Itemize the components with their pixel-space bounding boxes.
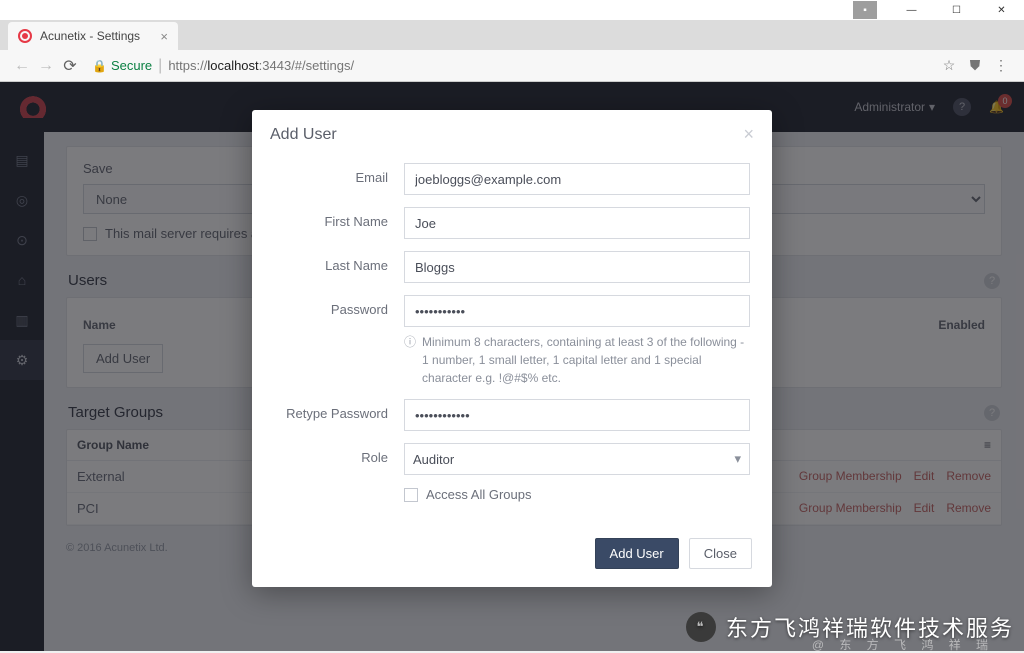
lastname-field[interactable] <box>404 251 750 283</box>
wechat-icon: ❝ <box>686 612 716 642</box>
close-icon[interactable]: × <box>743 124 754 145</box>
tab-title: Acunetix - Settings <box>40 29 140 43</box>
add-user-modal: Add User × Email First Name Last Name Pa… <box>252 110 772 587</box>
role-select[interactable]: Auditor ▾ <box>404 443 750 475</box>
email-label: Email <box>274 163 404 185</box>
nav-back-icon[interactable]: ← <box>10 57 34 75</box>
password-label: Password <box>274 295 404 317</box>
browser-toolbar: ← → ⟳ 🔒 Secure | https://localhost:3443/… <box>0 50 1024 82</box>
email-field[interactable] <box>404 163 750 195</box>
os-titlebar: ▪ — ☐ ✕ <box>0 0 1024 20</box>
close-button[interactable]: Close <box>689 538 752 569</box>
tab-close-icon[interactable]: × <box>160 29 168 44</box>
star-icon[interactable]: ☆ <box>936 57 962 74</box>
address-bar[interactable]: https://localhost:3443/#/settings/ <box>168 58 936 73</box>
retype-label: Retype Password <box>274 399 404 421</box>
app-viewport: Administrator ▾ ? 🔔0 ▤ ◎ ⊙ ⌂ ▥ ⚙ Save No… <box>0 82 1024 651</box>
menu-icon[interactable]: ⋮ <box>988 57 1014 74</box>
access-all-label: Access All Groups <box>426 487 532 502</box>
os-user-icon[interactable]: ▪ <box>853 1 877 19</box>
browser-tab[interactable]: Acunetix - Settings × <box>8 22 178 50</box>
secure-label: Secure <box>111 58 152 73</box>
nav-reload-icon[interactable]: ⟳ <box>58 56 82 76</box>
watermark-sub: @ 东 方 飞 鸿 祥 瑞 <box>812 636 994 653</box>
password-hint: ⓘ Minimum 8 characters, containing at le… <box>404 333 750 387</box>
browser-tabstrip: Acunetix - Settings × <box>0 20 1024 50</box>
window-minimize[interactable]: — <box>889 0 934 20</box>
tab-favicon-icon <box>18 29 32 43</box>
add-user-button[interactable]: Add User <box>595 538 679 569</box>
role-label: Role <box>274 443 404 465</box>
chevron-down-icon: ▾ <box>734 451 741 467</box>
info-icon: ⓘ <box>404 333 416 387</box>
password-field[interactable] <box>404 295 750 327</box>
window-close[interactable]: ✕ <box>979 0 1024 20</box>
retype-password-field[interactable] <box>404 399 750 431</box>
access-all-checkbox[interactable] <box>404 488 418 502</box>
window-maximize[interactable]: ☐ <box>934 0 979 20</box>
extension-icon[interactable]: ⛊ <box>962 57 988 74</box>
firstname-field[interactable] <box>404 207 750 239</box>
modal-title: Add User <box>270 126 337 144</box>
nav-forward-icon[interactable]: → <box>34 57 58 75</box>
lastname-label: Last Name <box>274 251 404 273</box>
modal-overlay: Add User × Email First Name Last Name Pa… <box>0 82 1024 651</box>
firstname-label: First Name <box>274 207 404 229</box>
lock-icon: 🔒 <box>92 59 107 73</box>
